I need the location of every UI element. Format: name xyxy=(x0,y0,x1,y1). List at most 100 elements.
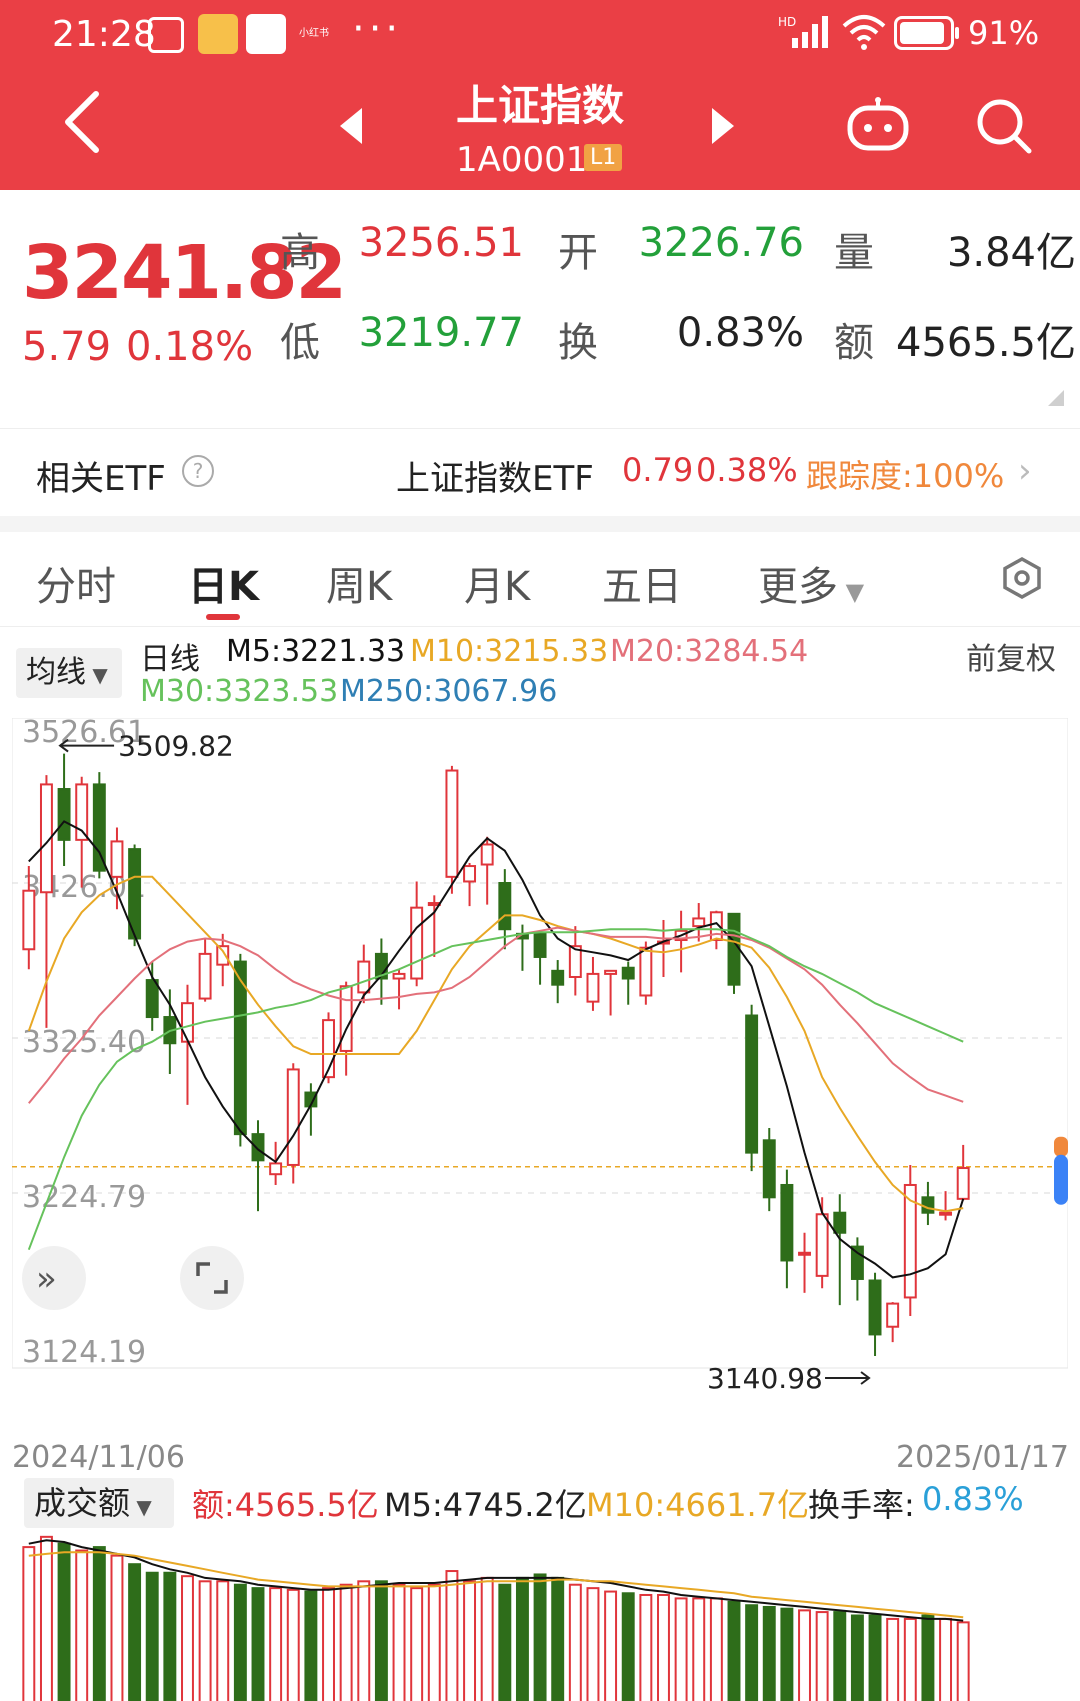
header-bar: 21:28 小红书 ··· HD 91% 上证指数 1A0001 L1 xyxy=(0,0,1080,190)
tab-intraday[interactable]: 分时 xyxy=(36,554,116,612)
open-label: 开 xyxy=(558,230,598,276)
low-annotation: 3140.98 xyxy=(707,1362,823,1395)
candle-body xyxy=(850,1245,864,1280)
volume-bar xyxy=(727,1600,741,1701)
volume-bar xyxy=(850,1614,864,1701)
high-label: 高 xyxy=(280,230,320,276)
battery-percent: 91% xyxy=(968,14,1040,52)
ma10-value: M10:3215.33 xyxy=(410,634,609,669)
candle-body xyxy=(921,1196,935,1214)
candle-body xyxy=(780,1183,794,1262)
amount-value: 4565.5亿 xyxy=(896,320,1076,366)
section-divider xyxy=(0,516,1080,532)
volume-bar xyxy=(163,1571,177,1701)
volume-bar xyxy=(956,1621,970,1701)
related-etf-row[interactable]: 相关ETF ? 上证指数ETF 0.79 0.38% 跟踪度:100% › xyxy=(0,428,1080,517)
volume-bar xyxy=(181,1575,194,1701)
candle-body xyxy=(621,966,635,980)
candle-body xyxy=(533,932,547,958)
volume-bar xyxy=(586,1587,600,1701)
volume-bar xyxy=(339,1583,353,1701)
volume-chart[interactable] xyxy=(12,1530,1068,1701)
volume-bar xyxy=(198,1580,212,1701)
help-icon[interactable]: ? xyxy=(182,455,214,487)
caret-down-icon: ▼ xyxy=(130,1495,152,1519)
candle-body xyxy=(145,979,159,1019)
volume-bar xyxy=(480,1576,494,1701)
volume-label: 量 xyxy=(834,230,874,276)
level-badge: L1 xyxy=(584,144,623,171)
volume-bar xyxy=(463,1580,477,1701)
volume-bar xyxy=(374,1580,388,1701)
volume-bar xyxy=(621,1592,635,1701)
candle-body xyxy=(57,788,71,841)
svg-text:HD: HD xyxy=(778,15,796,29)
next-index-icon[interactable] xyxy=(712,108,734,144)
candle-body xyxy=(692,917,706,928)
candle-body xyxy=(886,1302,900,1328)
volume-bar xyxy=(427,1583,441,1701)
volume-ma5: M5:4745.2亿 xyxy=(384,1486,587,1524)
volume-bar xyxy=(410,1587,424,1701)
etf-name: 上证指数ETF xyxy=(396,459,594,499)
volume-bar xyxy=(568,1583,582,1701)
volume-indicator-selector[interactable]: 成交额 ▼ xyxy=(24,1478,174,1528)
turnover-rate-label: 换手率: xyxy=(808,1486,915,1524)
expand-corner-icon[interactable] xyxy=(1048,390,1064,406)
high-value: 3256.51 xyxy=(358,220,524,266)
candlestick-chart[interactable]: 3526.613426.013325.403224.793124.193509.… xyxy=(12,718,1068,1430)
candle-body xyxy=(939,1211,953,1216)
settings-icon[interactable] xyxy=(1000,556,1044,600)
volume-bar xyxy=(304,1590,318,1701)
tab-daily-k[interactable]: 日K xyxy=(188,554,259,612)
candle-body xyxy=(815,1213,829,1277)
volume-bar xyxy=(110,1554,124,1701)
volume-bar xyxy=(145,1571,159,1701)
price-change-percent: 0.18% xyxy=(126,324,254,370)
volume-bar xyxy=(815,1611,829,1701)
fullscreen-button xyxy=(180,1246,244,1310)
app-notification-icon xyxy=(198,14,238,54)
volume-bar xyxy=(939,1617,953,1701)
caret-down-icon: ▼ xyxy=(86,663,108,687)
candle-body xyxy=(339,985,353,1052)
candle-body xyxy=(868,1279,882,1336)
robot-assistant-icon[interactable] xyxy=(846,96,910,152)
candle-body xyxy=(551,969,565,986)
volume-bar xyxy=(92,1546,106,1701)
chevron-right-icon[interactable]: › xyxy=(1018,451,1032,491)
candle-body xyxy=(480,843,494,866)
volume-bar xyxy=(745,1604,759,1701)
candle-body xyxy=(110,840,124,878)
scroll-handle xyxy=(1054,1154,1068,1205)
tab-monthly-k[interactable]: 月K xyxy=(464,554,530,612)
tab-more-label: 更多 xyxy=(758,564,838,610)
period-tabs: 分时 日K 周K 月K 五日 更多 ▼ xyxy=(0,532,1080,627)
volume-bar xyxy=(322,1587,335,1701)
turnover-rate-value: 0.83% xyxy=(922,1480,1024,1518)
volume-bar xyxy=(515,1576,529,1701)
volume-selector-label: 成交额 xyxy=(34,1484,131,1522)
volume-amount: 额:4565.5亿 xyxy=(192,1486,379,1524)
volume-bar xyxy=(286,1588,300,1701)
xiaohongshu-icon: 小红书 xyxy=(299,28,329,39)
volume-bar xyxy=(604,1590,618,1701)
app-notification-icon xyxy=(246,14,286,54)
volume-value: 3.84亿 xyxy=(946,230,1076,276)
volume-bar xyxy=(903,1617,917,1701)
tab-five-day[interactable]: 五日 xyxy=(602,554,682,612)
candle-body xyxy=(181,1002,194,1043)
search-icon[interactable] xyxy=(974,96,1034,156)
volume-bar xyxy=(692,1597,706,1701)
previous-index-icon[interactable] xyxy=(340,108,362,144)
indicator-selector[interactable]: 均线 ▼ xyxy=(16,648,122,698)
tab-weekly-k[interactable]: 周K xyxy=(326,554,392,612)
tab-more[interactable]: 更多 ▼ xyxy=(758,554,864,612)
back-arrow-icon[interactable] xyxy=(60,90,104,154)
related-etf-label: 相关ETF xyxy=(36,459,166,499)
volume-bar xyxy=(216,1580,230,1701)
price-adjust-label[interactable]: 前复权 xyxy=(966,634,1056,678)
indicator-selector-label: 均线 xyxy=(26,655,86,690)
wifi-icon xyxy=(842,12,886,56)
price-change: 5.79 xyxy=(22,324,112,370)
